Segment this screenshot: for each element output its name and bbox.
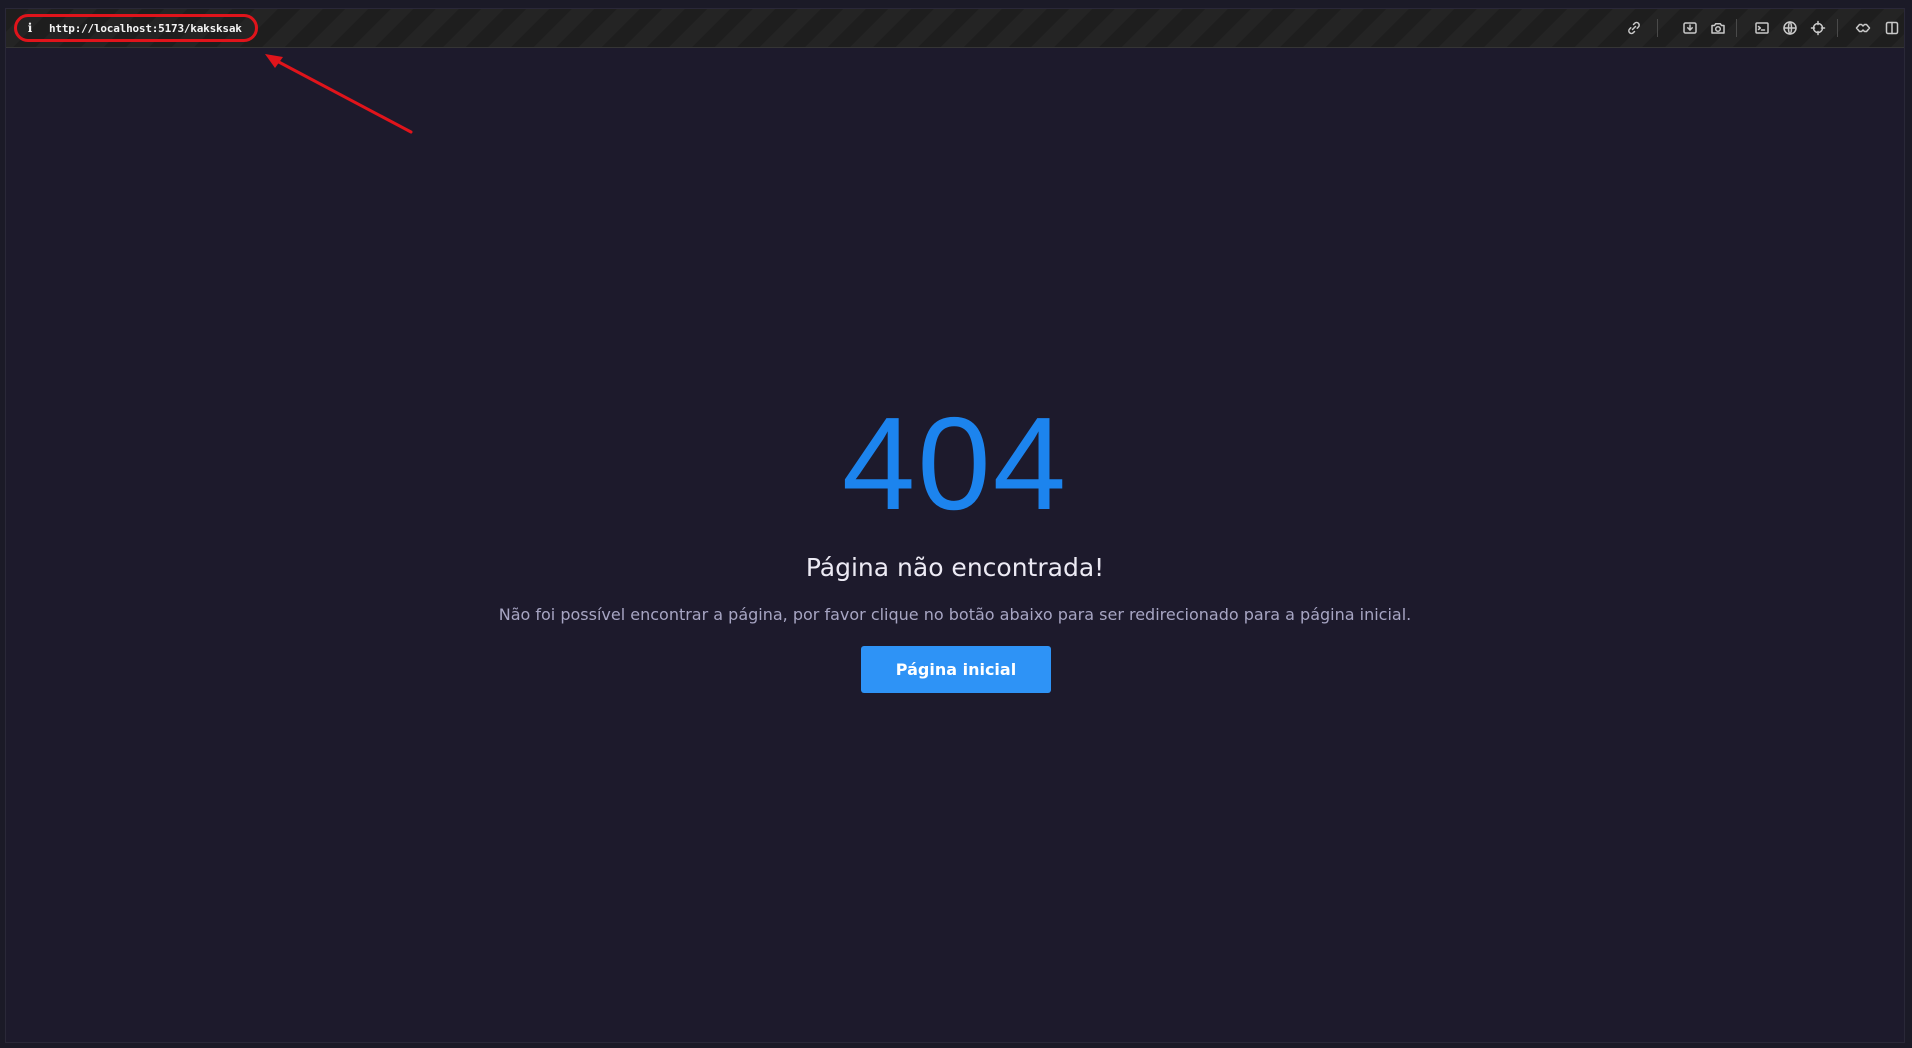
browser-window: i http://localhost:5173/kaksksak 404 Pág… xyxy=(5,8,1905,1043)
split-view-icon[interactable] xyxy=(1883,19,1901,37)
home-button[interactable]: Página inicial xyxy=(861,646,1051,693)
toolbar-divider xyxy=(1736,19,1737,37)
error-code: 404 xyxy=(841,390,1069,537)
globe-icon[interactable] xyxy=(1781,19,1799,37)
extension-icon[interactable] xyxy=(1854,19,1872,37)
page-description: Não foi possível encontrar a página, por… xyxy=(498,605,1412,624)
url-text[interactable]: http://localhost:5173/kaksksak xyxy=(49,22,242,35)
link-icon[interactable] xyxy=(1625,19,1643,37)
not-found-page: 404 Página não encontrada! Não foi possí… xyxy=(6,49,1904,1042)
crosshair-icon[interactable] xyxy=(1809,19,1827,37)
download-icon[interactable] xyxy=(1681,19,1699,37)
camera-icon[interactable] xyxy=(1709,19,1727,37)
toolbar-divider xyxy=(1657,19,1658,37)
browser-toolbar: i http://localhost:5173/kaksksak xyxy=(6,9,1904,48)
terminal-icon[interactable] xyxy=(1753,19,1771,37)
toolbar-divider xyxy=(1837,19,1838,37)
address-bar[interactable]: i http://localhost:5173/kaksksak xyxy=(14,14,258,42)
info-icon[interactable]: i xyxy=(25,22,35,34)
page-title: Página não encontrada! xyxy=(805,553,1105,582)
